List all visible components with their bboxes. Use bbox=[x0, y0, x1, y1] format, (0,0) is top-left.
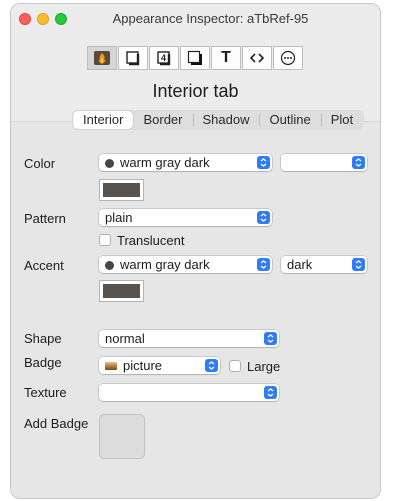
tab-interior[interactable]: Interior bbox=[73, 111, 134, 129]
color-label: Color bbox=[24, 156, 56, 171]
accent-label: Accent bbox=[24, 258, 64, 273]
pattern-value: plain bbox=[105, 210, 133, 225]
badge-inspector-button[interactable]: 4 bbox=[149, 46, 179, 70]
accent-swatch bbox=[103, 284, 140, 298]
tab-plot[interactable]: Plot bbox=[320, 111, 363, 129]
color-swatch bbox=[103, 183, 140, 197]
flame-icon bbox=[93, 50, 111, 66]
badge-label: Badge bbox=[24, 355, 62, 370]
code-inspector-button[interactable] bbox=[242, 46, 272, 70]
large-checkbox[interactable] bbox=[229, 360, 241, 372]
chevron-updown-icon bbox=[205, 359, 218, 372]
accent-popup[interactable]: warm gray dark bbox=[99, 256, 272, 273]
numbered-box-icon: 4 bbox=[156, 50, 172, 66]
shadow-icon bbox=[187, 50, 203, 66]
tab-content-panel: Color warm gray dark Pattern plain Trans… bbox=[11, 121, 380, 498]
texture-popup[interactable] bbox=[99, 384, 279, 401]
shadow-inspector-button[interactable] bbox=[180, 46, 210, 70]
accent-secondary-value: dark bbox=[287, 257, 313, 272]
chevron-updown-icon bbox=[352, 156, 365, 169]
title-bar: Appearance Inspector: aTbRef-95 bbox=[11, 4, 380, 32]
color-secondary-popup[interactable] bbox=[281, 154, 367, 171]
inspector-heading: Interior tab bbox=[152, 81, 239, 101]
color-dot-icon bbox=[105, 159, 114, 168]
inspector-window: Appearance Inspector: aTbRef-95 4 T Inte… bbox=[10, 3, 381, 499]
shape-popup[interactable]: normal bbox=[99, 330, 279, 347]
shape-value: normal bbox=[105, 331, 145, 346]
large-label: Large bbox=[247, 359, 281, 374]
badge-value: picture bbox=[123, 358, 163, 373]
badge-popup[interactable]: picture bbox=[99, 357, 220, 374]
inspector-tabs: Interior Border Shadow Outline Plot bbox=[72, 110, 365, 130]
texture-label: Texture bbox=[24, 385, 67, 400]
text-icon: T bbox=[221, 49, 231, 66]
ellipsis-circle-icon bbox=[280, 50, 296, 66]
tab-outline[interactable]: Outline bbox=[259, 111, 320, 129]
shape-label: Shape bbox=[24, 331, 62, 346]
color-popup[interactable]: warm gray dark bbox=[99, 154, 272, 171]
add-badge-well[interactable] bbox=[99, 414, 145, 459]
accent-swatch-well[interactable] bbox=[99, 280, 144, 302]
tab-shadow[interactable]: Shadow bbox=[192, 111, 260, 129]
accent-dot-icon bbox=[105, 261, 114, 270]
chevron-updown-icon bbox=[264, 332, 277, 345]
add-badge-label: Add Badge bbox=[24, 416, 89, 431]
chevron-updown-icon bbox=[257, 156, 270, 169]
border-inspector-button[interactable] bbox=[118, 46, 148, 70]
color-swatch-well[interactable] bbox=[99, 179, 144, 201]
chevron-updown-icon bbox=[352, 258, 365, 271]
translucent-label: Translucent bbox=[117, 233, 185, 248]
border-icon bbox=[125, 50, 141, 66]
more-inspector-button[interactable] bbox=[273, 46, 303, 70]
picture-icon bbox=[105, 362, 117, 370]
tab-border[interactable]: Border bbox=[133, 111, 192, 129]
translucent-checkbox[interactable] bbox=[99, 234, 111, 246]
pattern-popup[interactable]: plain bbox=[99, 209, 272, 226]
pattern-label: Pattern bbox=[24, 211, 66, 226]
text-inspector-button[interactable]: T bbox=[211, 46, 241, 70]
angle-brackets-icon bbox=[249, 50, 265, 66]
inspector-toolbar: 4 T bbox=[87, 46, 304, 70]
accent-value: warm gray dark bbox=[120, 257, 210, 272]
interior-inspector-button[interactable] bbox=[87, 46, 117, 70]
color-value: warm gray dark bbox=[120, 155, 210, 170]
chevron-updown-icon bbox=[257, 258, 270, 271]
window-title: Appearance Inspector: aTbRef-95 bbox=[112, 11, 309, 26]
accent-secondary-popup[interactable]: dark bbox=[281, 256, 367, 273]
chevron-updown-icon bbox=[257, 211, 270, 224]
svg-text:4: 4 bbox=[161, 53, 166, 63]
chevron-updown-icon bbox=[264, 386, 277, 399]
